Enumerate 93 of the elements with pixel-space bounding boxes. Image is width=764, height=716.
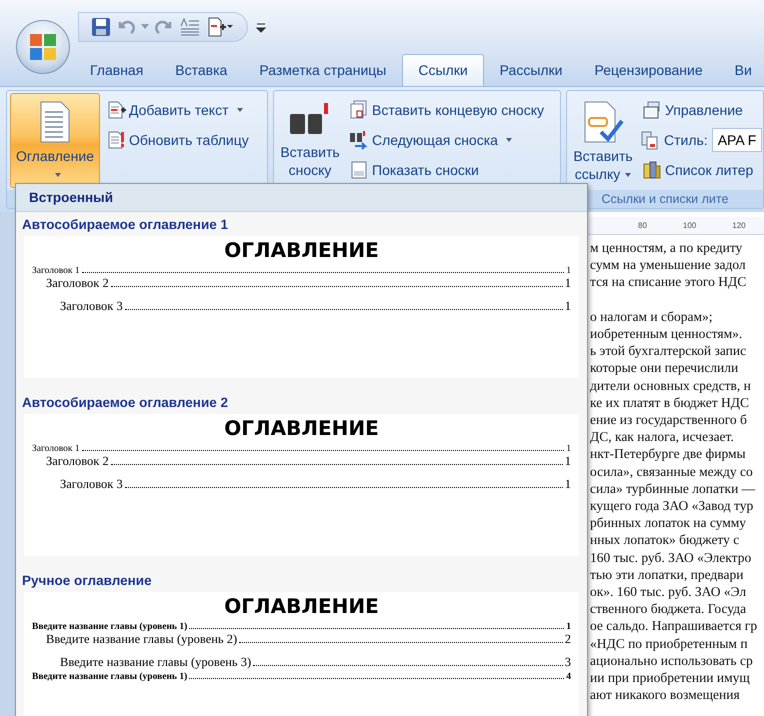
document-text-line: рбинных лопаток на сумму: [590, 514, 748, 532]
ribbon-tab[interactable]: Ви: [718, 54, 764, 86]
caret-icon[interactable]: [141, 24, 149, 30]
document-text-line: ают никакого возмещения: [590, 686, 741, 704]
ribbon-large-button[interactable]: Оглавление: [10, 93, 100, 188]
page-number: 1: [566, 444, 571, 454]
page-number: 1: [564, 477, 571, 492]
ribbon-command[interactable]: Список литер: [640, 157, 762, 183]
document-text-line: ственного бюджета. Госуда: [590, 600, 748, 618]
toc-entry-title: Введите название главы (уровень 3): [60, 655, 252, 670]
ribbon-command[interactable]: Следующая сноска: [347, 127, 546, 153]
page-number: 3: [564, 655, 571, 670]
page-number: 1: [564, 454, 571, 469]
toc-entry-title: Введите название главы (уровень 2): [46, 632, 238, 647]
document-text-line: «НДС по приобретенным п: [590, 634, 749, 652]
document-text-line: сила» турбинные лопатки —: [590, 480, 756, 498]
document-text-line: нных лопаток» бюджету с: [590, 531, 740, 549]
ribbon-command[interactable]: Обновить таблицу: [104, 127, 251, 153]
ruler-label: 100: [682, 221, 696, 230]
bibliography-icon: [642, 160, 662, 180]
ribbon-tab[interactable]: Разметка страницы: [243, 54, 402, 86]
ribbon-tab[interactable]: Вставка: [159, 54, 244, 86]
page-number: 4: [566, 672, 571, 682]
style-icon: [640, 130, 660, 150]
ribbon-command[interactable]: Вставить концевую сноску: [347, 97, 546, 123]
toc-entry-title: Заголовок 1: [32, 266, 80, 276]
page-number: 2: [564, 632, 571, 647]
toc-entry-title: Введите название главы (уровень 1): [32, 672, 188, 682]
document-text-line: ение из государственного б: [590, 411, 748, 428]
document-text-line: иобретенным ценностям».: [590, 325, 744, 342]
undo-icon[interactable]: [117, 18, 135, 36]
document-text-line: ДС, как налога, исчезает.: [590, 428, 735, 446]
document-text-line: тью эти лопатки, предвари: [590, 566, 744, 584]
ribbon-tab[interactable]: Рассылки: [484, 54, 578, 86]
document-text-line: м ценностям, а по кредиту: [590, 239, 744, 256]
page-number: 1: [564, 276, 571, 291]
redo-icon[interactable]: [155, 18, 173, 36]
ribbon-tab[interactable]: Главная: [74, 54, 160, 86]
ribbon-command[interactable]: Добавить текст: [104, 97, 251, 123]
ribbon-tab[interactable]: Рецензирование: [578, 54, 719, 86]
document-icon[interactable]: [207, 17, 233, 37]
document-text-line: сумм на уменьшение задол: [590, 256, 747, 274]
document-text-line: которые они перечислили: [590, 359, 740, 377]
ribbon-tab[interactable]: Ссылки: [402, 54, 484, 86]
document-text-line: тся на списание этого НДС: [590, 273, 748, 291]
toc-preview[interactable]: ОГЛАВЛЕНИЕ Заголовок 1 1 Заголовок 2 1 Заголовок 3 1: [24, 236, 579, 378]
page-number: 1: [566, 266, 571, 276]
show-notes-icon: [349, 160, 369, 180]
endnote-icon: [349, 100, 369, 120]
toc-entry-title: Заголовок 2: [46, 276, 109, 291]
toc-entry-title: Заголовок 3: [60, 299, 123, 314]
page-number: 1: [564, 299, 571, 314]
line-spacing-icon[interactable]: [179, 17, 201, 37]
office-logo-icon: [28, 32, 58, 62]
ruler-label: 120: [732, 221, 746, 230]
add-text-icon: [106, 100, 126, 120]
document-text-line: ок». 160 тыс. руб. ЗАО «Эл: [590, 583, 748, 600]
toc-entry-title: Заголовок 3: [60, 477, 123, 492]
toc-heading: ОГЛАВЛЕНИЕ: [223, 238, 380, 262]
document-text-line: осила», связанные между со: [590, 462, 754, 480]
style-label: Стиль:: [664, 132, 708, 148]
gallery-section-title: Автособираемое оглавление 2: [21, 394, 230, 412]
document-text-line: ии при приобретении имущ: [590, 669, 751, 686]
page-number: 1: [566, 622, 571, 632]
document-text-line: ке их платят в бюджет НДС: [590, 394, 750, 412]
document-text-line: кущего года ЗАО «Завод тур: [590, 497, 754, 514]
document-text-line: дители основных средств, н: [590, 376, 752, 394]
toc-preview[interactable]: ОГЛАВЛЕНИЕ Введите название главы (уровень 1) 1 Введите название главы (уровень 2) 2 Введите название главы (уровень 3) 3 Введите название главы (уровень 1) 4: [24, 592, 579, 716]
document-text-line: ационально использовать ср: [590, 652, 754, 670]
toc-heading: ОГЛАВЛЕНИЕ: [223, 416, 380, 440]
document-text-line: ь этой бухгалтерской запис: [590, 342, 748, 360]
manage-sources-icon: [642, 100, 662, 120]
document-text-line: о налогам и сборам»;: [590, 308, 714, 325]
update-table-icon: [106, 130, 126, 150]
save-icon[interactable]: [91, 17, 111, 37]
customize-toolbar-icon[interactable]: [256, 22, 266, 34]
ribbon-command[interactable]: Управление: [640, 97, 762, 123]
ribbon-command[interactable]: Показать сноски: [347, 157, 546, 183]
ruler-label: 80: [638, 221, 647, 230]
toc-entry-title: Заголовок 2: [46, 454, 109, 469]
gallery-header: Встроенный: [16, 184, 587, 212]
document-text-line: 160 тыс. руб. ЗАО «Электро: [590, 548, 752, 566]
document-text-line: ое сальдо. Напрашивается гр: [590, 617, 758, 635]
gallery-section-title: Ручное оглавление: [21, 572, 153, 590]
style-dropdown[interactable]: APA F: [712, 128, 762, 152]
toc-entry-title: Заголовок 1: [32, 444, 80, 454]
next-footnote-icon: [349, 130, 369, 150]
toc-heading: ОГЛАВЛЕНИЕ: [223, 594, 380, 618]
document-text-line: нкт-Петербурге две фирмы: [590, 445, 747, 463]
ribbon-large-button[interactable]: Вставить сноску: [277, 93, 343, 186]
gallery-section-title: Автособираемое оглавление 1: [21, 216, 230, 234]
toc-entry-title: Введите название главы (уровень 1): [32, 622, 188, 632]
toc-preview[interactable]: ОГЛАВЛЕНИЕ Заголовок 1 1 Заголовок 2 1 Заголовок 3 1: [24, 414, 579, 556]
